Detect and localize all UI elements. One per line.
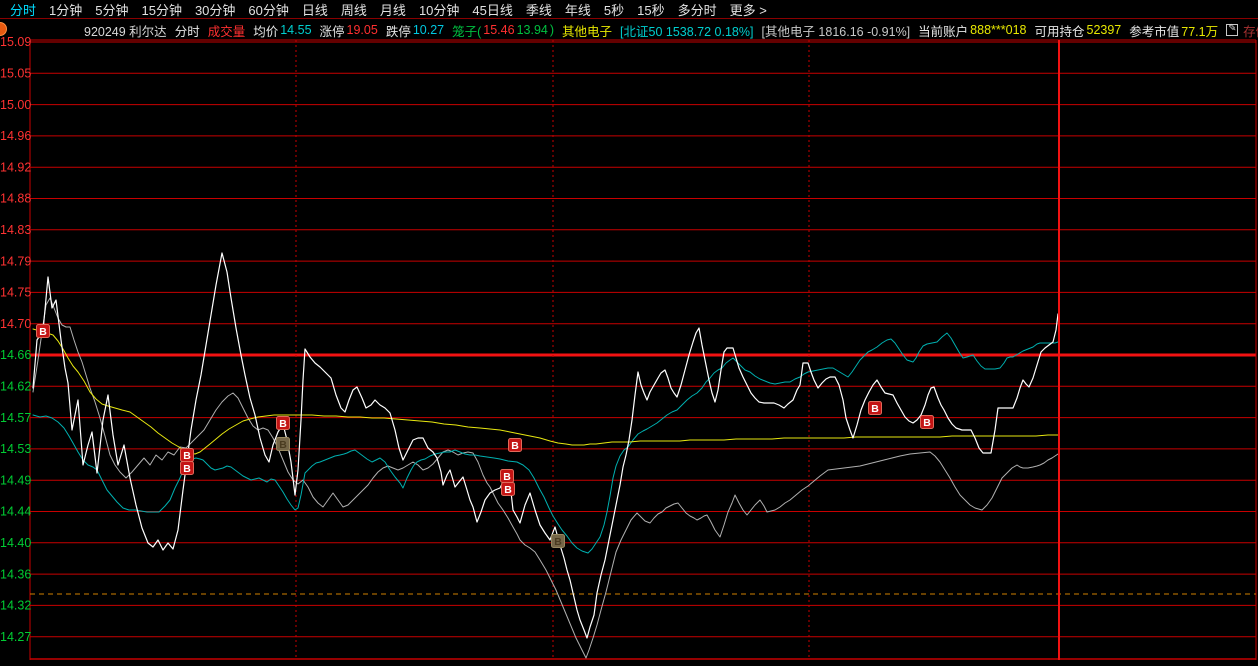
intraday-chart: BBBBBBBBBBB15.0915.0515.0014.9614.9214.8… <box>0 0 1258 666</box>
period-menu-item[interactable]: 日线 <box>302 0 328 19</box>
period-menu-item[interactable]: 15秒 <box>637 0 664 19</box>
buy-marker-label: B <box>511 440 519 452</box>
status-segment: 分时 <box>175 21 200 40</box>
period-menu-item[interactable]: 1分钟 <box>49 0 82 19</box>
price-axis-label: 14.70 <box>0 317 31 331</box>
price-axis-label: 14.40 <box>0 536 31 550</box>
price-axis-label: 14.57 <box>0 411 31 425</box>
status-bar: 920249 利尔达分时成交量均价14.55涨停19.05跌停10.27笼子(1… <box>0 20 1258 40</box>
price-axis-label: 14.79 <box>0 254 31 268</box>
period-menu-item[interactable]: 30分钟 <box>195 0 235 19</box>
status-segment: 15.46 <box>483 23 514 37</box>
status-segment: 52397 <box>1087 23 1122 37</box>
price-axis-label: 14.66 <box>0 348 31 362</box>
status-segment: 笼子( <box>452 21 481 40</box>
buy-marker-label: B <box>39 326 47 338</box>
buy-marker-label: B <box>183 463 191 475</box>
period-menu-item[interactable]: 45日线 <box>472 0 512 19</box>
status-segment: 其他电子 <box>562 21 612 40</box>
price-axis-label: 14.75 <box>0 286 31 300</box>
price-axis-label: 14.62 <box>0 380 31 394</box>
status-segment: 涨停 <box>320 21 345 40</box>
price-axis-label: 14.53 <box>0 442 31 456</box>
avg-price-line <box>33 329 1058 454</box>
buy-marker-label: B <box>871 403 879 415</box>
status-segment: 19.05 <box>347 23 378 37</box>
period-menu-item[interactable]: 年线 <box>565 0 591 19</box>
period-menu-item[interactable]: 15分钟 <box>141 0 181 19</box>
edit-note-icon[interactable] <box>1226 24 1238 36</box>
period-menu-item[interactable]: 分时 <box>10 0 36 19</box>
status-segment: 14.55 <box>280 23 311 37</box>
period-menu-item[interactable]: 月线 <box>380 0 406 19</box>
status-segment: 可用持仓 <box>1034 21 1084 40</box>
price-axis-label: 14.36 <box>0 567 31 581</box>
status-segment: 当前账户 <box>918 21 968 40</box>
status-segment: 13.94 <box>517 23 548 37</box>
status-segment: ) <box>550 23 554 37</box>
price-axis-label: 14.44 <box>0 505 31 519</box>
buy-marker-label: B <box>923 417 931 429</box>
period-menu-item[interactable]: 周线 <box>341 0 367 19</box>
price-axis-label: 15.00 <box>0 98 31 112</box>
status-segment: 参考市值 <box>1129 21 1179 40</box>
status-segment: 920249 利尔达 <box>84 21 167 40</box>
period-menu-item[interactable]: 5秒 <box>604 0 624 19</box>
buy-marker-label: B <box>504 484 512 496</box>
status-segment: 77.1万 <box>1181 21 1218 40</box>
price-axis-label: 14.49 <box>0 473 31 487</box>
status-segment: 均价 <box>253 21 278 40</box>
period-menu-item[interactable]: 10分钟 <box>419 0 459 19</box>
buy-marker-label: B <box>503 471 511 483</box>
status-segment: [北证50 1538.72 0.18%] <box>620 21 753 40</box>
buy-marker-label: B <box>554 536 562 548</box>
price-axis-label: 14.88 <box>0 192 31 206</box>
period-menu-item[interactable]: 5分钟 <box>95 0 128 19</box>
price-axis-label: 14.27 <box>0 630 31 644</box>
period-menu-item[interactable]: 更多 > <box>730 0 767 19</box>
index-overlay-line <box>33 333 1058 553</box>
buy-marker-label: B <box>279 439 287 451</box>
price-axis-label: 15.05 <box>0 67 31 81</box>
price-line <box>33 253 1058 638</box>
period-menu-item[interactable]: 多分时 <box>678 0 717 19</box>
price-axis-label: 14.32 <box>0 599 31 613</box>
status-segment: 跌停 <box>386 21 411 40</box>
period-menubar: 分时 1分钟 5分钟 15分钟 30分钟 60分钟日线周线月线 10分钟 45日线季线年线 5秒… <box>0 0 1258 19</box>
status-segment: 成交量 <box>208 21 246 40</box>
period-menu-item[interactable]: 60分钟 <box>248 0 288 19</box>
price-axis-label: 14.96 <box>0 129 31 143</box>
status-segment: [其他电子 1816.16 -0.91%] <box>761 21 910 40</box>
period-menu-item[interactable]: 季线 <box>526 0 552 19</box>
buy-marker-label: B <box>183 450 191 462</box>
price-axis-label: 14.83 <box>0 223 31 237</box>
buy-marker-label: B <box>279 418 287 430</box>
status-segment: 10.27 <box>413 23 444 37</box>
price-axis-label: 14.92 <box>0 160 31 174</box>
status-segment: 存储芯片，人形机器人 ri <box>1243 21 1258 40</box>
status-segment: 888***018 <box>970 23 1026 37</box>
sector-overlay-line <box>33 298 1058 658</box>
